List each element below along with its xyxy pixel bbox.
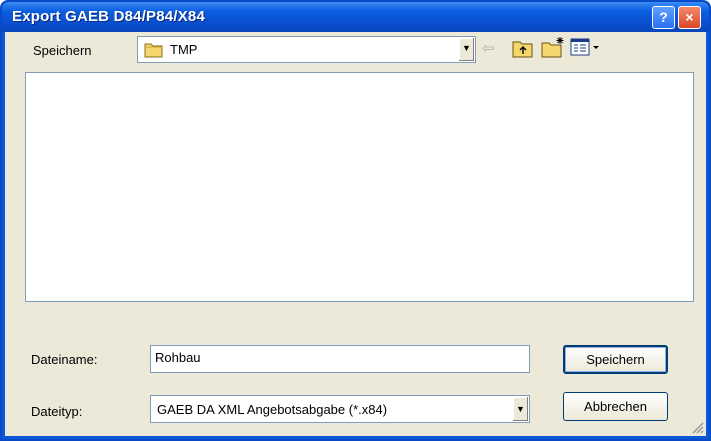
location-label: Speichern <box>33 43 92 58</box>
up-folder-icon[interactable] <box>512 38 534 62</box>
filename-label: Dateiname: <box>31 352 98 367</box>
location-dropdown-arrow[interactable]: ▼ <box>458 38 474 61</box>
new-folder-icon[interactable] <box>541 36 565 62</box>
view-menu-icon[interactable] <box>570 38 602 60</box>
filetype-label: Dateityp: <box>31 404 83 419</box>
folder-icon <box>144 41 164 63</box>
file-list[interactable] <box>25 72 694 302</box>
title-bar[interactable]: Export GAEB D84/P84/X84 ? × <box>2 2 709 32</box>
resize-grip-icon[interactable] <box>690 420 704 434</box>
cancel-button[interactable]: Abbrechen <box>563 392 668 421</box>
filetype-dropdown-arrow[interactable]: ▼ <box>512 397 528 421</box>
save-button[interactable]: Speichern <box>563 345 668 374</box>
filetype-combo[interactable]: GAEB DA XML Angebotsabgabe (*.x84) ▼ <box>150 395 530 423</box>
close-button[interactable]: × <box>678 6 701 29</box>
location-value: TMP <box>170 42 198 57</box>
help-button[interactable]: ? <box>652 6 675 29</box>
window-title: Export GAEB D84/P84/X84 <box>12 8 206 25</box>
back-arrow-icon[interactable]: ⇦ <box>482 39 495 57</box>
location-combo[interactable]: TMP ▼ <box>137 36 476 63</box>
dialog-window: Export GAEB D84/P84/X84 ? × Speichern TM… <box>0 0 711 441</box>
filetype-value: GAEB DA XML Angebotsabgabe (*.x84) <box>157 402 388 417</box>
filename-input[interactable]: Rohbau <box>150 345 530 373</box>
dialog-client: Speichern TMP ▼ ⇦ Dateiname: Rohbau Date… <box>5 32 706 436</box>
